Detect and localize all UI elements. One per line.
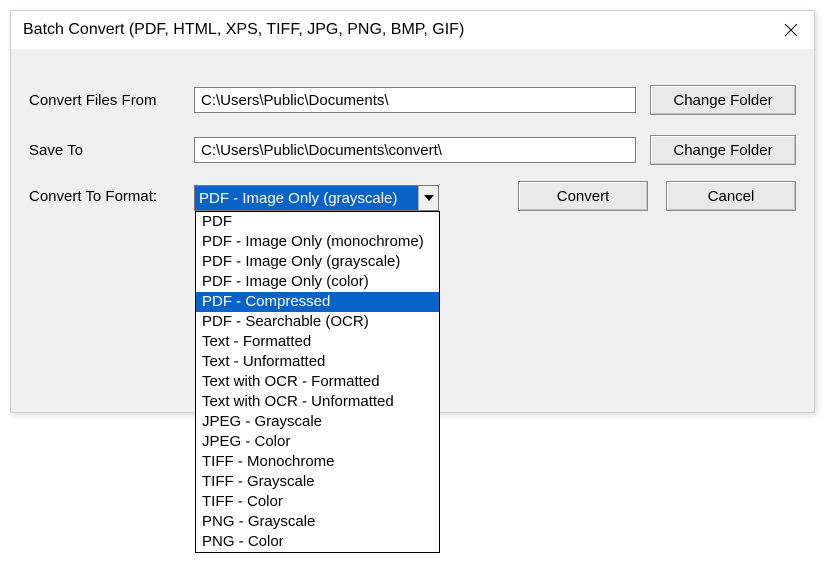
format-option[interactable]: PDF - Searchable (OCR) xyxy=(196,312,439,332)
change-folder-label: Change Folder xyxy=(673,142,772,159)
convert-button-label: Convert xyxy=(557,188,610,205)
change-folder-label: Change Folder xyxy=(673,92,772,109)
cancel-button[interactable]: Cancel xyxy=(666,181,796,211)
row-convert-from: Convert Files From Change Folder xyxy=(29,85,796,115)
input-save-to[interactable] xyxy=(194,137,636,163)
format-dropdown-list[interactable]: PDFPDF - Image Only (monochrome)PDF - Im… xyxy=(195,211,440,553)
dialog-window: Batch Convert (PDF, HTML, XPS, TIFF, JPG… xyxy=(10,10,815,413)
format-option[interactable]: PNG - Grayscale xyxy=(196,512,439,532)
format-option[interactable]: PDF - Image Only (color) xyxy=(196,272,439,292)
label-format: Convert To Format: xyxy=(29,185,194,205)
convert-button[interactable]: Convert xyxy=(518,181,648,211)
label-convert-from: Convert Files From xyxy=(29,92,194,109)
format-option[interactable]: TIFF - Color xyxy=(196,492,439,512)
format-option[interactable]: JPEG - Color xyxy=(196,432,439,452)
change-folder-button-from[interactable]: Change Folder xyxy=(650,85,796,115)
close-button[interactable] xyxy=(780,19,802,41)
format-option[interactable]: PDF - Image Only (monochrome) xyxy=(196,232,439,252)
format-option[interactable]: PDF - Compressed xyxy=(196,292,439,312)
window-title: Batch Convert (PDF, HTML, XPS, TIFF, JPG… xyxy=(23,21,464,39)
input-convert-from[interactable] xyxy=(194,87,636,113)
row-save-to: Save To Change Folder xyxy=(29,135,796,165)
format-option[interactable]: Text with OCR - Formatted xyxy=(196,372,439,392)
titlebar: Batch Convert (PDF, HTML, XPS, TIFF, JPG… xyxy=(11,11,814,49)
format-option[interactable]: TIFF - Monochrome xyxy=(196,452,439,472)
dialog-content: Convert Files From Change Folder Save To… xyxy=(11,49,814,229)
format-option[interactable]: PNG - Color xyxy=(196,532,439,552)
close-icon xyxy=(784,23,798,37)
change-folder-button-to[interactable]: Change Folder xyxy=(650,135,796,165)
format-select[interactable]: PDF - Image Only (grayscale) PDFPDF - Im… xyxy=(194,185,439,211)
format-option[interactable]: Text - Formatted xyxy=(196,332,439,352)
format-selected-value: PDF - Image Only (grayscale) xyxy=(195,186,418,210)
format-option[interactable]: Text with OCR - Unformatted xyxy=(196,392,439,412)
format-option[interactable]: PDF - Image Only (grayscale) xyxy=(196,252,439,272)
format-option[interactable]: TIFF - Grayscale xyxy=(196,472,439,492)
format-dropdown-arrow[interactable] xyxy=(418,186,438,210)
format-option[interactable]: Text - Unformatted xyxy=(196,352,439,372)
format-option[interactable]: PDF xyxy=(196,212,439,232)
action-row: Convert Cancel xyxy=(518,181,796,211)
chevron-down-icon xyxy=(424,195,434,201)
format-option[interactable]: JPEG - Grayscale xyxy=(196,412,439,432)
label-save-to: Save To xyxy=(29,142,194,159)
cancel-button-label: Cancel xyxy=(708,188,755,205)
